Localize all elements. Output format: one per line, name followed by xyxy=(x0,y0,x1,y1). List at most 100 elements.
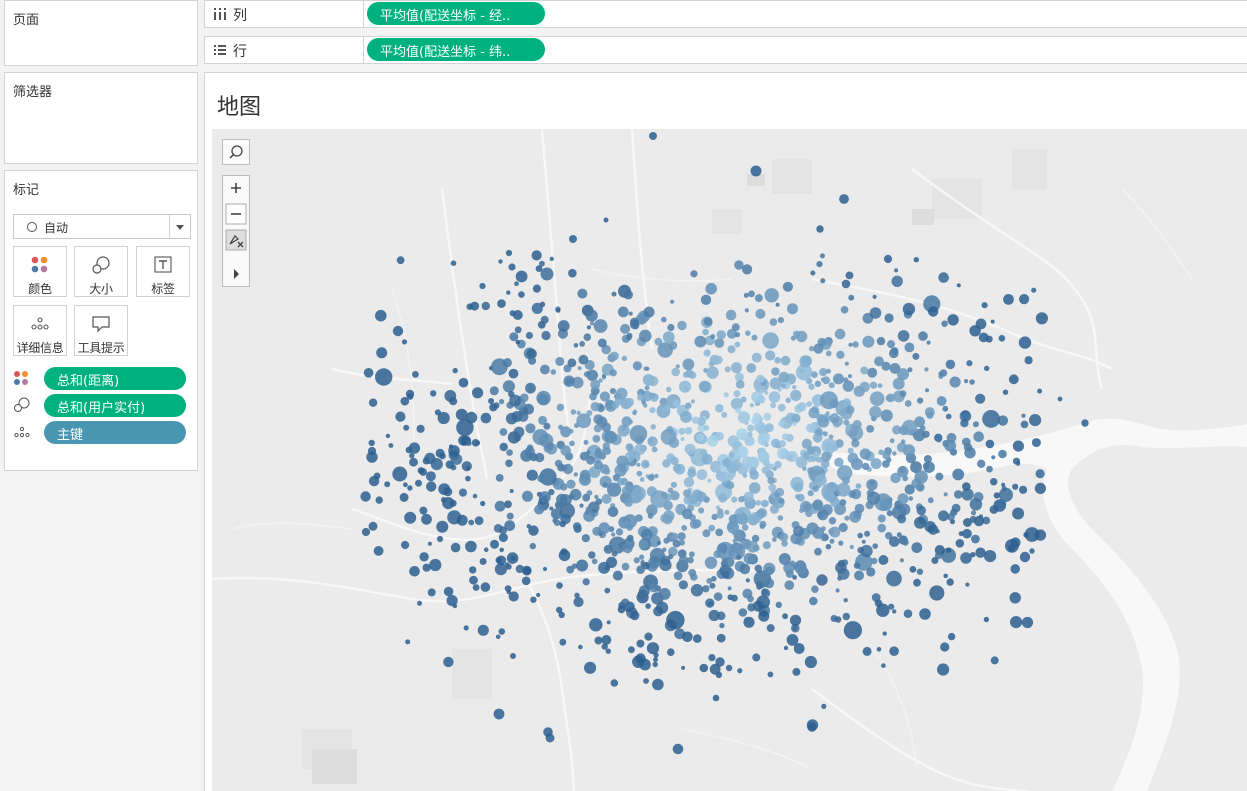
delivery-point[interactable] xyxy=(465,411,478,424)
delivery-point[interactable] xyxy=(755,308,766,319)
delivery-point[interactable] xyxy=(584,661,597,674)
delivery-point[interactable] xyxy=(472,387,484,399)
delivery-point[interactable] xyxy=(814,474,827,487)
delivery-point[interactable] xyxy=(927,497,934,504)
delivery-point[interactable] xyxy=(586,455,595,465)
delivery-point[interactable] xyxy=(696,433,705,443)
delivery-point[interactable] xyxy=(450,260,457,266)
delivery-point[interactable] xyxy=(405,389,415,399)
delivery-point[interactable] xyxy=(499,547,505,553)
delivery-point[interactable] xyxy=(496,555,507,566)
delivery-point[interactable] xyxy=(556,582,563,589)
delivery-point[interactable] xyxy=(735,380,745,389)
delivery-point[interactable] xyxy=(661,491,668,499)
delivery-point[interactable] xyxy=(620,323,631,334)
delivery-point[interactable] xyxy=(576,559,589,572)
delivery-point[interactable] xyxy=(715,671,723,679)
delivery-point[interactable] xyxy=(702,529,711,538)
delivery-point[interactable] xyxy=(436,520,449,533)
delivery-point[interactable] xyxy=(707,435,719,447)
delivery-point[interactable] xyxy=(472,493,478,499)
delivery-point[interactable] xyxy=(509,394,522,407)
delivery-point[interactable] xyxy=(577,366,582,371)
delivery-point[interactable] xyxy=(388,443,394,448)
delivery-point[interactable] xyxy=(975,547,986,558)
delivery-point[interactable] xyxy=(543,727,553,737)
delivery-point[interactable] xyxy=(536,390,551,406)
delivery-point[interactable] xyxy=(763,412,772,421)
delivery-point[interactable] xyxy=(759,389,764,394)
delivery-point[interactable] xyxy=(924,521,936,533)
delivery-point[interactable] xyxy=(632,410,637,416)
delivery-point[interactable] xyxy=(401,540,410,550)
delivery-point[interactable] xyxy=(897,514,907,524)
delivery-point[interactable] xyxy=(687,556,694,564)
delivery-point[interactable] xyxy=(872,294,877,299)
delivery-point[interactable] xyxy=(756,595,770,609)
delivery-point[interactable] xyxy=(731,362,742,374)
delivery-point[interactable] xyxy=(640,528,653,541)
delivery-point[interactable] xyxy=(911,542,923,553)
delivery-point[interactable] xyxy=(667,323,675,332)
delivery-point[interactable] xyxy=(399,492,409,502)
delivery-point[interactable] xyxy=(767,476,775,485)
delivery-point[interactable] xyxy=(727,586,732,591)
delivery-point[interactable] xyxy=(506,512,514,520)
delivery-point[interactable] xyxy=(645,366,650,371)
delivery-point[interactable] xyxy=(528,385,535,392)
delivery-point[interactable] xyxy=(892,609,897,614)
delivery-point[interactable] xyxy=(1012,483,1019,490)
delivery-point[interactable] xyxy=(687,468,697,478)
delivery-point[interactable] xyxy=(951,503,961,513)
delivery-point[interactable] xyxy=(404,511,417,524)
delivery-point[interactable] xyxy=(838,540,844,546)
delivery-point[interactable] xyxy=(649,407,656,414)
delivery-point[interactable] xyxy=(609,369,617,377)
delivery-point[interactable] xyxy=(681,525,688,531)
delivery-point[interactable] xyxy=(646,642,660,655)
delivery-point[interactable] xyxy=(640,459,650,469)
delivery-point[interactable] xyxy=(723,392,729,398)
delivery-point[interactable] xyxy=(725,309,737,321)
delivery-point[interactable] xyxy=(954,490,963,499)
delivery-point[interactable] xyxy=(434,409,441,416)
delivery-point[interactable] xyxy=(498,628,506,635)
delivery-point[interactable] xyxy=(775,601,782,608)
delivery-point[interactable] xyxy=(795,456,808,468)
delivery-point[interactable] xyxy=(990,478,998,486)
delivery-point[interactable] xyxy=(769,318,778,326)
delivery-point[interactable] xyxy=(888,603,895,610)
delivery-point[interactable] xyxy=(517,411,529,422)
delivery-point[interactable] xyxy=(811,585,819,593)
delivery-point[interactable] xyxy=(727,345,736,354)
delivery-point[interactable] xyxy=(581,534,590,543)
delivery-point[interactable] xyxy=(562,463,574,475)
delivery-point[interactable] xyxy=(912,352,920,360)
delivery-point[interactable] xyxy=(452,603,458,609)
delivery-point[interactable] xyxy=(789,614,802,626)
delivery-point[interactable] xyxy=(1023,532,1029,538)
delivery-point[interactable] xyxy=(656,541,661,545)
delivery-point[interactable] xyxy=(791,413,801,423)
delivery-point[interactable] xyxy=(508,368,519,379)
delivery-point[interactable] xyxy=(553,513,559,519)
delivery-point[interactable] xyxy=(593,424,602,433)
delivery-point[interactable] xyxy=(480,582,491,592)
delivery-point[interactable] xyxy=(1034,482,1046,494)
delivery-point[interactable] xyxy=(421,513,432,525)
mark-type-dropdown[interactable]: 自动 xyxy=(13,214,191,239)
delivery-point[interactable] xyxy=(899,558,905,563)
delivery-point[interactable] xyxy=(889,536,900,547)
delivery-point[interactable] xyxy=(716,511,724,519)
delivery-point[interactable] xyxy=(508,263,516,271)
delivery-point[interactable] xyxy=(810,270,816,276)
delivery-point[interactable] xyxy=(924,367,929,372)
delivery-point[interactable] xyxy=(515,564,524,574)
delivery-point[interactable] xyxy=(741,456,753,468)
delivery-point[interactable] xyxy=(744,435,755,447)
delivery-point[interactable] xyxy=(938,272,949,283)
delivery-point[interactable] xyxy=(882,460,890,468)
delivery-point[interactable] xyxy=(563,375,575,387)
delivery-point[interactable] xyxy=(419,506,428,515)
delivery-point[interactable] xyxy=(848,294,855,301)
